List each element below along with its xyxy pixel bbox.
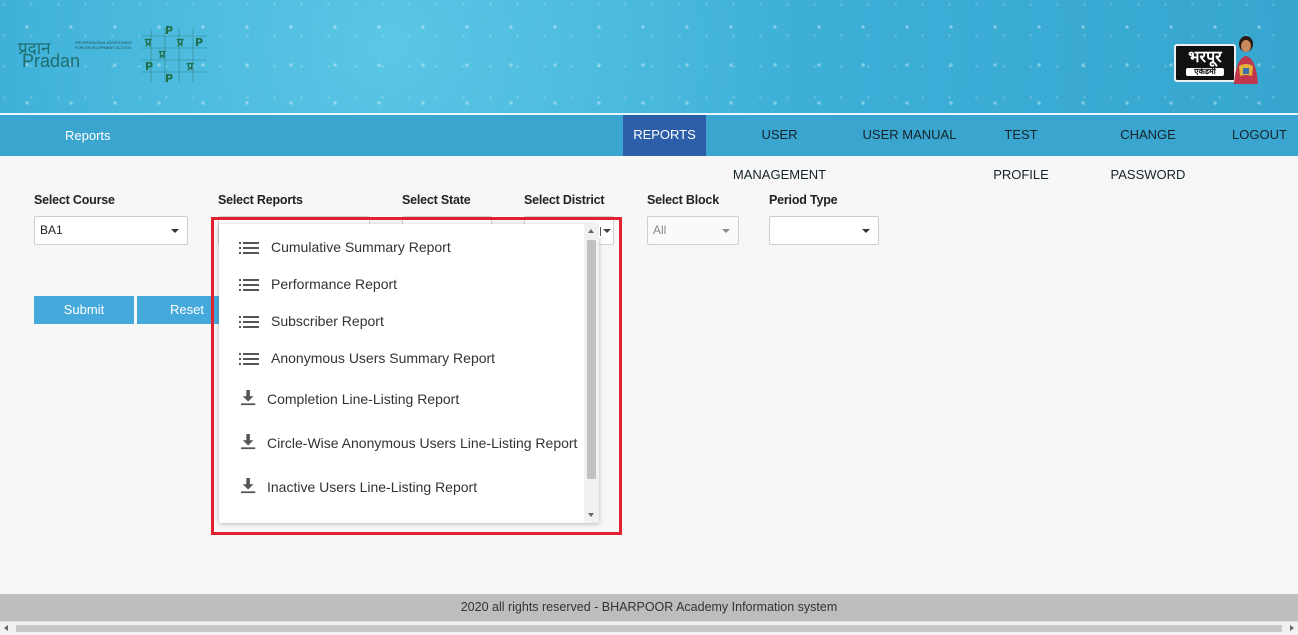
header-banner: प्रदान Pradan PROFESSIONAL ASSISTANCE FO… — [0, 0, 1298, 113]
grid-letter: प्र — [144, 36, 152, 49]
dropdown-item-subscriber-report[interactable]: Subscriber Report — [219, 302, 584, 339]
dropdown-item-label: Circle-Wise Anonymous Users Line-Listing… — [267, 435, 578, 451]
scroll-up-arrow-icon[interactable] — [588, 229, 594, 233]
chevron-down-icon — [171, 229, 179, 233]
select-block-label: Select Block — [647, 193, 719, 207]
district-chevron-down-icon — [599, 224, 613, 238]
top-navbar: Reports REPORTS USER MANAGEMENT USER MAN… — [0, 115, 1298, 182]
list-icon — [239, 353, 259, 365]
dropdown-item-label: Performance Report — [271, 276, 398, 292]
list-icon — [239, 242, 259, 254]
dropdown-scrollbar[interactable] — [584, 224, 599, 523]
nav-brand-reports[interactable]: Reports — [65, 115, 111, 156]
nav-item-logout[interactable]: LOGOUT — [1229, 115, 1290, 156]
dropdown-item-completion-line-listing-report[interactable]: Completion Line-Listing Report — [219, 380, 584, 417]
select-reports-label: Select Reports — [218, 193, 303, 207]
dropdown-item-label: Cumulative Summary Report — [271, 239, 451, 255]
footer: 2020 all rights reserved - BHARPOOR Acad… — [0, 594, 1298, 621]
nav-item-change-password[interactable]: CHANGE PASSWORD — [1083, 115, 1213, 182]
nav-item-user-manual[interactable]: USER MANUAL — [861, 115, 958, 156]
select-district-label: Select District — [524, 193, 605, 207]
pradan-logo-tagline: PROFESSIONAL ASSISTANCE FOR DEVELOPMENT … — [75, 40, 132, 50]
girl-illustration-icon — [1234, 36, 1258, 84]
grid-letter: P — [165, 72, 173, 84]
block-select[interactable]: All — [647, 216, 739, 245]
dropdown-item-circle-wise-anonymous-users-line-listing-report[interactable]: Circle-Wise Anonymous Users Line-Listing… — [219, 424, 584, 461]
grid-letter: P — [145, 60, 153, 73]
scroll-left-arrow-icon[interactable] — [4, 625, 8, 631]
course-select[interactable]: BA1 — [34, 216, 188, 245]
bharpoor-logo-subtitle: एकेडमी — [1186, 68, 1224, 76]
bharpoor-academy-logo: भरपूर एकेडमी — [1172, 32, 1262, 84]
dropdown-item-inactive-users-line-listing-report[interactable]: Inactive Users Line-Listing Report — [219, 468, 584, 505]
list-icon — [239, 279, 259, 291]
dropdown-item-performance-report[interactable]: Performance Report — [219, 265, 584, 302]
horizontal-scroll-thumb[interactable] — [16, 625, 1282, 632]
pradan-logo: प्रदान Pradan PROFESSIONAL ASSISTANCE FO… — [18, 36, 138, 76]
submit-button[interactable]: Submit — [34, 296, 134, 324]
nav-item-user-management[interactable]: USER MANAGEMENT — [714, 115, 845, 182]
grid-letter: प्र — [158, 48, 166, 61]
grid-letter: P — [165, 26, 173, 37]
download-icon — [241, 478, 256, 494]
dropdown-item-label: Subscriber Report — [271, 313, 384, 329]
period-type-select[interactable] — [769, 216, 879, 245]
bharpoor-logo-title: भरपूर — [1188, 47, 1222, 66]
bharpoor-logo-badge: भरपूर एकेडमी — [1174, 44, 1236, 82]
download-icon — [241, 390, 256, 406]
course-select-value: BA1 — [40, 223, 63, 237]
dropdown-item-label: Inactive Users Line-Listing Report — [267, 479, 478, 495]
nav-item-reports[interactable]: REPORTS — [623, 115, 706, 156]
dropdown-item-anonymous-users-summary-report[interactable]: Anonymous Users Summary Report — [219, 339, 584, 376]
list-icon — [239, 316, 259, 328]
pradan-logo-text: Pradan — [22, 51, 81, 71]
dropdown-item-label: Completion Line-Listing Report — [267, 391, 460, 407]
grid-letter: प्र — [176, 36, 184, 49]
dropdown-item-label: Anonymous Users Summary Report — [271, 350, 496, 366]
select-course-label: Select Course — [34, 193, 115, 207]
nav-item-test-profile[interactable]: TEST PROFILE — [975, 115, 1067, 182]
grid-letter: प्र — [186, 60, 194, 73]
select-state-label: Select State — [402, 193, 471, 207]
horizontal-scrollbar[interactable] — [0, 621, 1298, 635]
reports-dropdown-list[interactable]: Cumulative Summary Report Performance Re… — [219, 224, 599, 523]
period-type-label: Period Type — [769, 193, 838, 207]
scroll-right-arrow-icon[interactable] — [1290, 625, 1294, 631]
chevron-down-icon — [862, 229, 870, 233]
grid-letter: P — [195, 36, 203, 49]
scroll-down-arrow-icon[interactable] — [588, 513, 594, 517]
pradan-grid-logo: प्र P प्र P प्र P प्र P — [141, 26, 207, 84]
chevron-down-icon — [722, 229, 730, 233]
dropdown-scroll-thumb[interactable] — [587, 240, 596, 479]
download-icon — [241, 434, 256, 450]
block-select-value: All — [653, 223, 667, 237]
footer-copyright: 2020 all rights reserved - BHARPOOR Acad… — [460, 600, 838, 614]
dropdown-item-cumulative-summary-report[interactable]: Cumulative Summary Report — [219, 228, 584, 265]
